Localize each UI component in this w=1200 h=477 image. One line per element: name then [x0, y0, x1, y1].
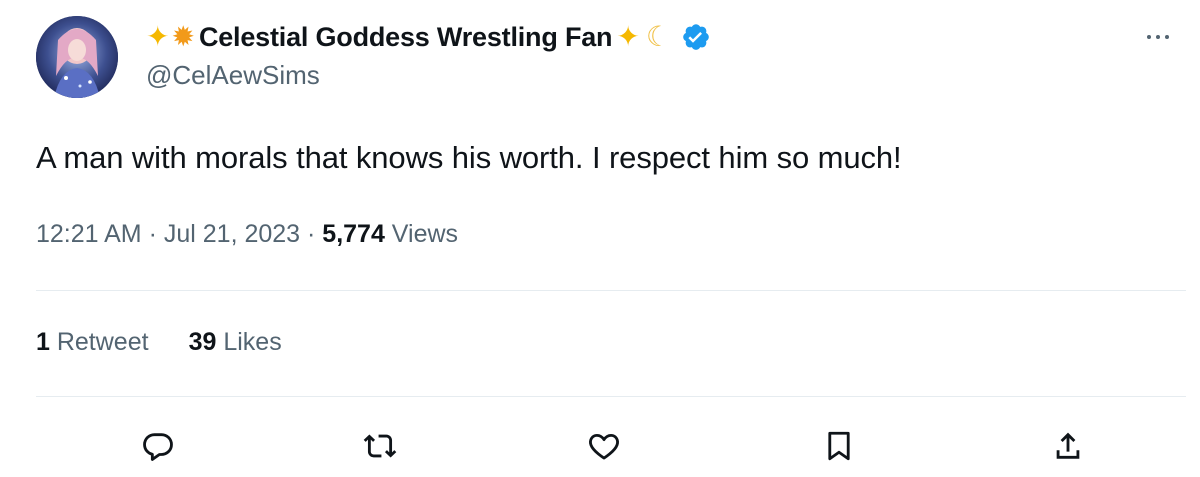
likes-label: Likes	[216, 328, 282, 356]
crescent-moon-emoji-icon: ☾	[645, 20, 671, 53]
avatar-image	[36, 16, 118, 98]
retweet-button[interactable]	[358, 424, 402, 468]
reply-button[interactable]	[136, 424, 180, 468]
tweet-meta: 12:21 AM · Jul 21, 2023 · 5,774 Views	[36, 220, 458, 249]
glowing-star-emoji-icon: ✹	[171, 20, 195, 53]
verified-badge-icon[interactable]	[681, 22, 711, 52]
tweet-date[interactable]: Jul 21, 2023	[164, 220, 300, 248]
retweets-label: Retweet	[49, 328, 149, 356]
retweets-stat[interactable]: 1 Retweet	[36, 328, 149, 357]
action-bar	[0, 424, 1200, 468]
likes-stat[interactable]: 39 Likes	[189, 328, 282, 357]
like-button[interactable]	[582, 424, 626, 468]
sparkles-emoji-icon: ✦	[616, 20, 640, 53]
views-label: Views	[384, 220, 459, 248]
divider	[36, 396, 1186, 397]
views-count: 5,774	[322, 220, 385, 248]
reply-icon	[143, 433, 173, 461]
author-display-name[interactable]: Celestial Goddess Wrestling Fan	[199, 22, 613, 53]
likes-count: 39	[188, 328, 217, 356]
share-icon	[1056, 432, 1080, 459]
tweet-time[interactable]: 12:21 AM	[36, 220, 142, 248]
divider	[36, 290, 1186, 291]
bookmark-button[interactable]	[817, 424, 861, 468]
meta-separator: ·	[300, 220, 323, 248]
meta-separator: ·	[141, 220, 164, 248]
retweets-count: 1	[36, 328, 50, 356]
tweet-text: A man with morals that knows his worth. …	[36, 140, 902, 175]
retweet-icon	[363, 434, 397, 458]
sparkles-emoji-icon: ✦	[146, 20, 170, 53]
like-icon	[589, 433, 619, 460]
more-options-icon[interactable]	[1138, 22, 1178, 52]
avatar[interactable]	[36, 16, 118, 98]
engagement-stats: 1 Retweet 39 Likes	[36, 328, 282, 357]
bookmark-icon	[828, 431, 850, 461]
author-name-row[interactable]: ✦ ✹ Celestial Goddess Wrestling Fan ✦ ☾	[146, 18, 711, 56]
share-button[interactable]	[1046, 424, 1090, 468]
author-handle[interactable]: @CelAewSims	[146, 60, 320, 91]
